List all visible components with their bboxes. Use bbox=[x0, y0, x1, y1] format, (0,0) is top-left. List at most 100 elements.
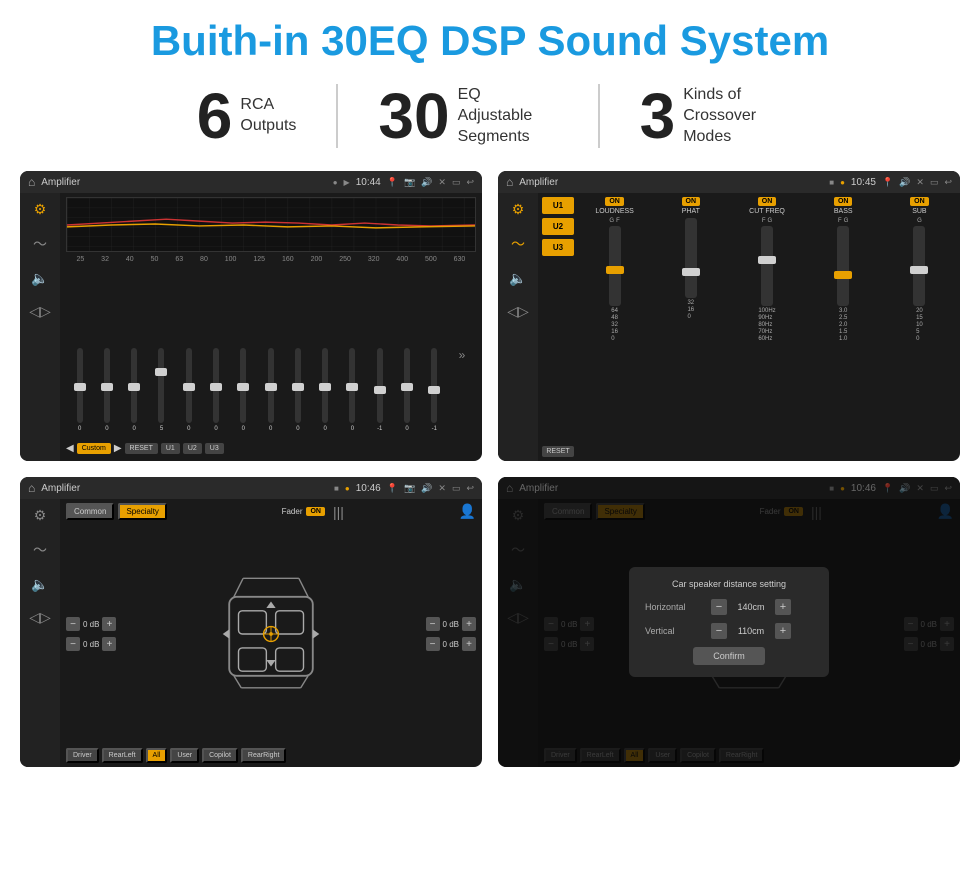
phat-on-badge[interactable]: ON bbox=[682, 197, 701, 206]
vertical-minus-btn[interactable]: − bbox=[711, 623, 727, 639]
cutfreq-70hz: 70Hz bbox=[758, 329, 775, 335]
cross-reset-btn[interactable]: RESET bbox=[542, 446, 574, 457]
distance-dialog: Car speaker distance setting Horizontal … bbox=[629, 567, 829, 677]
fader-bottom-row: Driver RearLeft All User Copilot RearRig… bbox=[66, 748, 476, 763]
dialog-overlay: Car speaker distance setting Horizontal … bbox=[498, 477, 960, 767]
bass-fader[interactable] bbox=[837, 226, 849, 306]
slider-track-4[interactable] bbox=[158, 348, 164, 423]
fader-slide-icon: ||| bbox=[333, 504, 344, 520]
fader-specialty-tab[interactable]: Specialty bbox=[118, 503, 166, 520]
zone-all-btn[interactable]: All bbox=[146, 748, 168, 763]
eq-dot-icon: ● bbox=[333, 178, 338, 187]
eq-content: 25 32 40 50 63 80 100 125 160 200 250 32… bbox=[60, 193, 482, 461]
cross-u1-btn[interactable]: U1 bbox=[542, 197, 574, 214]
slider-track-3[interactable] bbox=[131, 348, 137, 423]
eq-filter-icon[interactable]: ⚙ bbox=[34, 201, 47, 218]
cross-u2-btn[interactable]: U2 bbox=[542, 218, 574, 235]
freq-labels: 25 32 40 50 63 80 100 125 160 200 250 32… bbox=[66, 256, 476, 263]
eq-next-btn[interactable]: ▶ bbox=[114, 443, 122, 454]
cross-filter-icon[interactable]: ⚙ bbox=[512, 201, 525, 218]
fader-on-badge[interactable]: ON bbox=[306, 507, 325, 516]
eq-speaker-icon[interactable]: 🔈 bbox=[31, 270, 48, 287]
rl-plus-btn[interactable]: + bbox=[102, 637, 116, 651]
cross-wave-icon[interactable]: 〜 bbox=[511, 234, 525, 254]
slider-track-12[interactable] bbox=[377, 348, 383, 423]
fl-plus-btn[interactable]: + bbox=[102, 617, 116, 631]
eq-home-icon[interactable]: ⌂ bbox=[28, 175, 35, 189]
fader-home-icon[interactable]: ⌂ bbox=[28, 481, 35, 495]
rr-minus-btn[interactable]: − bbox=[426, 637, 440, 651]
slider-track-5[interactable] bbox=[186, 348, 192, 423]
fader-filter-icon[interactable]: ⚙ bbox=[34, 507, 47, 524]
stat-rca-label: RCA Outputs bbox=[240, 95, 296, 137]
fl-minus-btn[interactable]: − bbox=[66, 617, 80, 631]
eq-volume-icon[interactable]: ◁▷ bbox=[29, 303, 51, 320]
fr-plus-btn[interactable]: + bbox=[462, 617, 476, 631]
slider-track-14[interactable] bbox=[431, 348, 437, 423]
zone-rearright-btn[interactable]: RearRight bbox=[241, 748, 287, 763]
bass-label: BASS bbox=[834, 208, 853, 215]
zone-user-btn[interactable]: User bbox=[170, 748, 199, 763]
loudness-fader[interactable] bbox=[609, 226, 621, 306]
cross-home-icon[interactable]: ⌂ bbox=[506, 175, 513, 189]
fader-wave-icon[interactable]: 〜 bbox=[33, 540, 47, 560]
horizontal-plus-btn[interactable]: + bbox=[775, 599, 791, 615]
cross-u3-btn[interactable]: U3 bbox=[542, 239, 574, 256]
zone-rearleft-btn[interactable]: RearLeft bbox=[102, 748, 143, 763]
eq-u2-btn[interactable]: U2 bbox=[183, 443, 202, 454]
cutfreq-on-badge[interactable]: ON bbox=[758, 197, 777, 206]
cross-vol-ctrl-icon[interactable]: ◁▷ bbox=[507, 303, 529, 320]
phat-fader[interactable] bbox=[685, 218, 697, 298]
bass-on-badge[interactable]: ON bbox=[834, 197, 853, 206]
slider-track-1[interactable] bbox=[77, 348, 83, 423]
slider-track-6[interactable] bbox=[213, 348, 219, 423]
slider-track-10[interactable] bbox=[322, 348, 328, 423]
eq-back-icon[interactable]: ↩ bbox=[466, 177, 474, 188]
zone-copilot-btn[interactable]: Copilot bbox=[202, 748, 238, 763]
eq-u3-btn[interactable]: U3 bbox=[205, 443, 224, 454]
fader-dot-icon: ■ bbox=[334, 484, 339, 493]
eq-cam-icon: 📷 bbox=[404, 177, 415, 188]
slider-track-9[interactable] bbox=[295, 348, 301, 423]
right-speaker-controls: − 0 dB + − 0 dB + bbox=[426, 524, 476, 744]
fader-common-tab[interactable]: Common bbox=[66, 503, 114, 520]
eq-slider-7: 0 bbox=[240, 348, 246, 438]
eq-reset-btn[interactable]: RESET bbox=[125, 443, 158, 454]
cross-back-icon[interactable]: ↩ bbox=[944, 177, 952, 188]
fader-vol-ctrl-icon[interactable]: ◁▷ bbox=[29, 609, 51, 626]
fader-status-bar: ⌂ Amplifier ■ ● 10:46 📍 📷 🔊 ✕ ▭ ↩ bbox=[20, 477, 482, 499]
slider-track-8[interactable] bbox=[268, 348, 274, 423]
slider-track-7[interactable] bbox=[240, 348, 246, 423]
eq-time: 10:44 bbox=[356, 177, 381, 188]
eq-slider-9: 0 bbox=[295, 348, 301, 438]
eq-wave-icon[interactable]: 〜 bbox=[33, 234, 47, 254]
sub-fader[interactable] bbox=[913, 226, 925, 306]
loudness-on-badge[interactable]: ON bbox=[605, 197, 624, 206]
cross-spk-icon[interactable]: 🔈 bbox=[509, 270, 526, 287]
eq-custom-btn[interactable]: Custom bbox=[77, 443, 111, 454]
confirm-button[interactable]: Confirm bbox=[693, 647, 765, 665]
fader-spk-icon[interactable]: 🔈 bbox=[31, 576, 48, 593]
fader-back-icon[interactable]: ↩ bbox=[466, 483, 474, 494]
eq-vol-icon: 🔊 bbox=[421, 177, 432, 188]
loudness-label: LOUDNESS bbox=[595, 208, 634, 215]
zone-driver-btn[interactable]: Driver bbox=[66, 748, 99, 763]
cutfreq-fader[interactable] bbox=[761, 226, 773, 306]
sub-on-badge[interactable]: ON bbox=[910, 197, 929, 206]
slider-track-13[interactable] bbox=[404, 348, 410, 423]
vertical-plus-btn[interactable]: + bbox=[775, 623, 791, 639]
cross-channels: ON LOUDNESS G F 64 48 32 bbox=[578, 197, 956, 457]
fr-val: 0 dB bbox=[443, 620, 459, 629]
sub-val-5: 5 bbox=[916, 329, 923, 335]
fr-minus-btn[interactable]: − bbox=[426, 617, 440, 631]
rr-plus-btn[interactable]: + bbox=[462, 637, 476, 651]
expand-icon[interactable]: » bbox=[459, 348, 466, 362]
eq-u1-btn[interactable]: U1 bbox=[161, 443, 180, 454]
eq-app-title: Amplifier bbox=[41, 177, 326, 188]
eq-sliders: 0 0 0 5 0 bbox=[66, 263, 476, 440]
horizontal-minus-btn[interactable]: − bbox=[711, 599, 727, 615]
rl-minus-btn[interactable]: − bbox=[66, 637, 80, 651]
slider-track-2[interactable] bbox=[104, 348, 110, 423]
slider-track-11[interactable] bbox=[349, 348, 355, 423]
eq-prev-btn[interactable]: ◀ bbox=[66, 443, 74, 454]
